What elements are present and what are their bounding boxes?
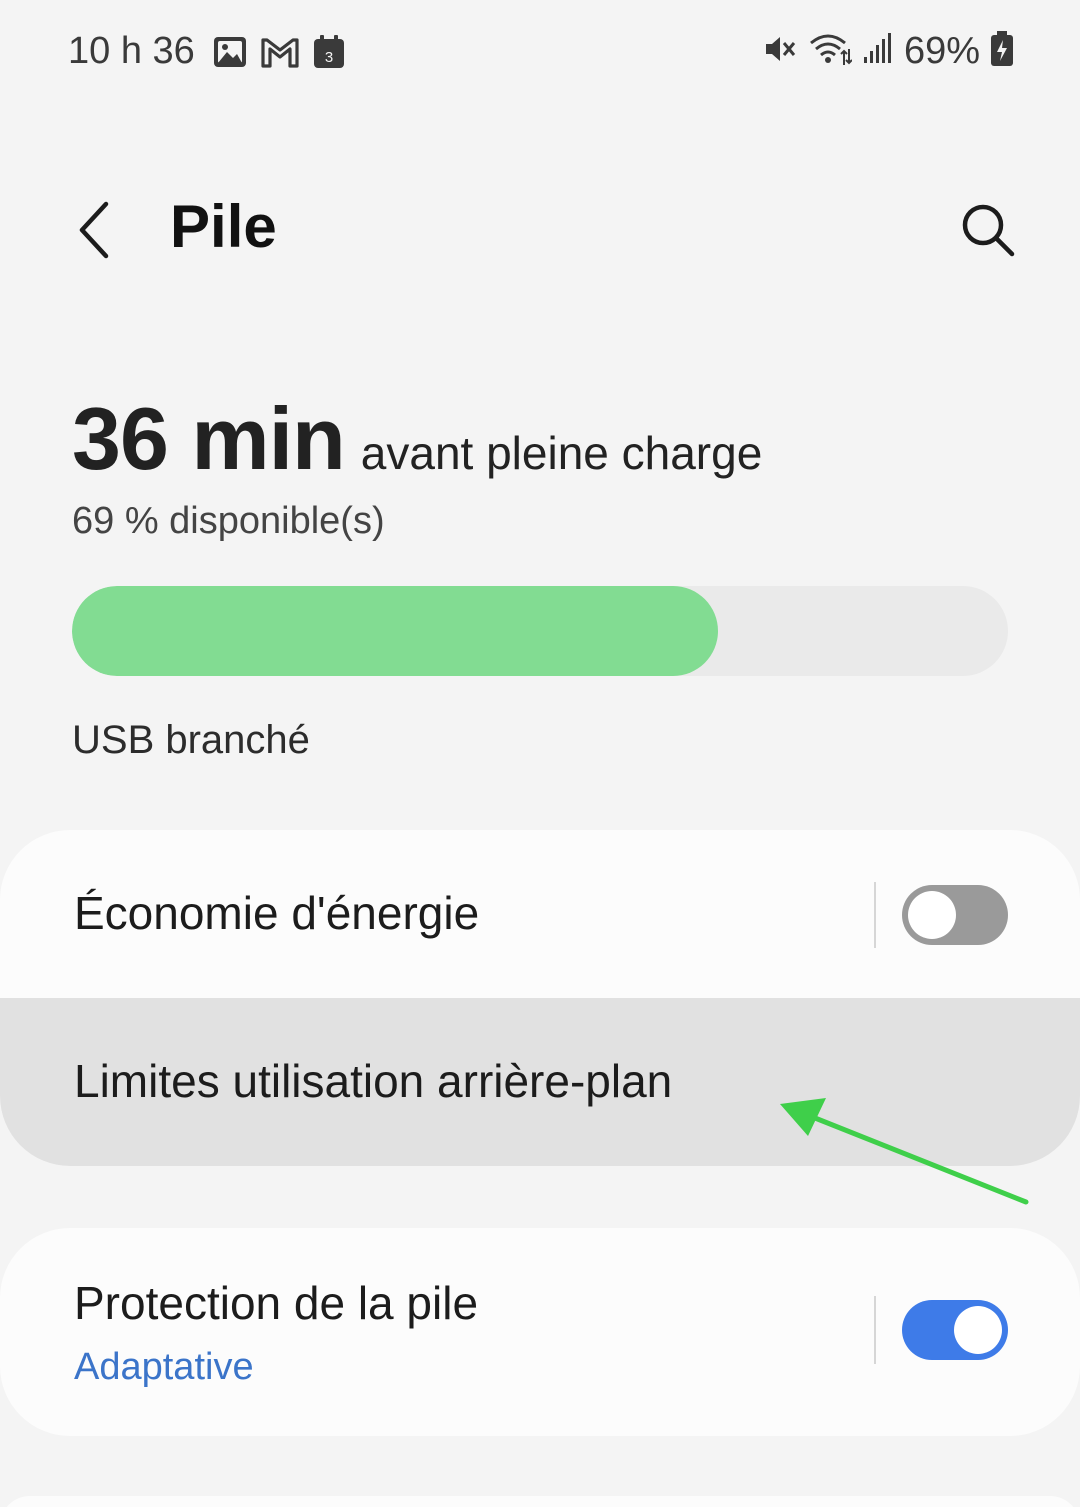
- mute-icon: [762, 31, 798, 72]
- battery-protection-value: Adaptative: [74, 1346, 254, 1388]
- charge-status: USB branché: [72, 718, 310, 762]
- battery-protection-label: Protection de la pile: [74, 1277, 479, 1329]
- battery-settings-screen: 10 h 36 3 69% Pile 36 min avant pleine c…: [0, 0, 1080, 1507]
- battery-protection-toggle[interactable]: [902, 1300, 1008, 1360]
- gallery-icon: [212, 34, 248, 75]
- power-saving-row[interactable]: Économie d'énergie: [0, 830, 1080, 998]
- back-arrow-icon: [79, 201, 109, 259]
- toggle-knob: [954, 1306, 1002, 1354]
- charge-time-summary: 36 min avant pleine charge: [72, 388, 1012, 490]
- app-header: Pile: [0, 180, 1080, 280]
- page-title: Pile: [170, 193, 277, 260]
- status-bar: 10 h 36 3 69%: [0, 22, 1080, 86]
- annotation-arrow-icon: [780, 1098, 1029, 1205]
- calendar-day: 3: [325, 49, 333, 66]
- battery-charging-icon: [990, 30, 1014, 73]
- battery-protection-row[interactable]: Protection de la pile Adaptative: [0, 1228, 1080, 1436]
- search-button[interactable]: [952, 194, 1024, 266]
- power-saving-label: Économie d'énergie: [74, 887, 480, 939]
- search-icon: [962, 204, 1015, 257]
- wifi-icon: [808, 31, 853, 72]
- signal-icon: [862, 31, 894, 72]
- battery-percent: 69%: [903, 30, 980, 72]
- calendar-icon: 3: [312, 34, 346, 75]
- status-time: 10 h 36: [68, 30, 195, 72]
- settings-card-protection: Protection de la pile Adaptative: [0, 1228, 1080, 1436]
- notification-icons: 3: [212, 34, 346, 75]
- system-status: 69%: [762, 30, 1014, 73]
- battery-level-fill: [72, 586, 718, 676]
- time-remaining: 36 min: [72, 389, 346, 488]
- gmail-icon: [260, 34, 300, 75]
- battery-level-bar: [72, 586, 1008, 676]
- battery-available-text: 69 % disponible(s): [72, 500, 385, 542]
- power-saving-toggle[interactable]: [902, 885, 1008, 945]
- toggle-knob: [908, 891, 956, 939]
- divider: [874, 1296, 876, 1364]
- back-button[interactable]: [62, 190, 126, 270]
- time-remaining-suffix: avant pleine charge: [360, 427, 763, 479]
- divider: [874, 882, 876, 948]
- settings-card-more: [0, 1496, 1080, 1507]
- background-limits-label: Limites utilisation arrière-plan: [74, 1055, 673, 1107]
